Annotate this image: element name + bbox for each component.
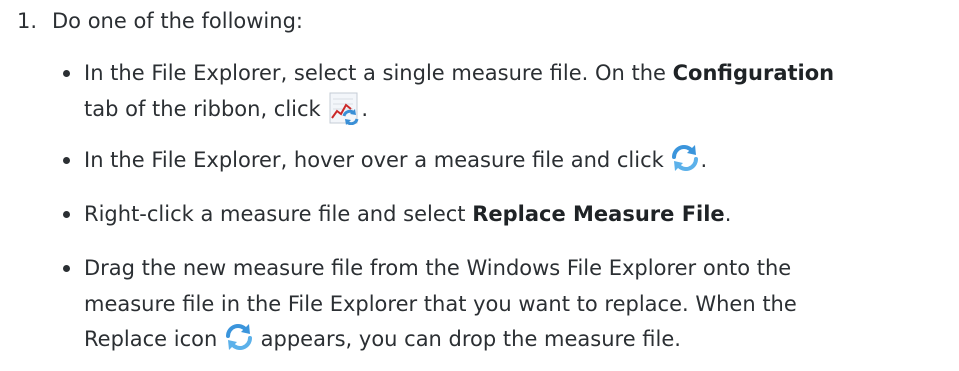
item1-period: . [361, 97, 369, 121]
bullet [63, 157, 70, 164]
step-text: Do one of the following: [52, 9, 303, 33]
item1-text-2: tab of the ribbon, click [84, 97, 328, 121]
item3-text: Right-click a measure file and select [84, 202, 473, 226]
bullet [63, 265, 70, 272]
item4-line1: Drag the new measure file from the Windo… [84, 256, 792, 280]
bullet [63, 70, 70, 77]
item4-line3-post: appears, you can drop the measure file. [253, 327, 681, 351]
item1-text: In the File Explorer, select a single me… [84, 61, 673, 85]
bullet [63, 211, 70, 218]
replace-measure-file-menu-item: Replace Measure File [472, 202, 725, 226]
configuration-tab-name: Configuration [672, 61, 835, 85]
item4-line3-pre: Replace icon [84, 327, 224, 351]
item2-period: . [700, 148, 708, 172]
item4-line2: measure file in the File Explorer that y… [84, 292, 797, 316]
item3-period: . [724, 202, 732, 226]
step-number: 1. [17, 9, 38, 33]
replace-arrows-icon [224, 322, 254, 352]
item2-text: In the File Explorer, hover over a measu… [84, 148, 671, 172]
replace-arrows-icon [670, 143, 700, 173]
replace-measure-ribbon-icon [327, 91, 361, 125]
